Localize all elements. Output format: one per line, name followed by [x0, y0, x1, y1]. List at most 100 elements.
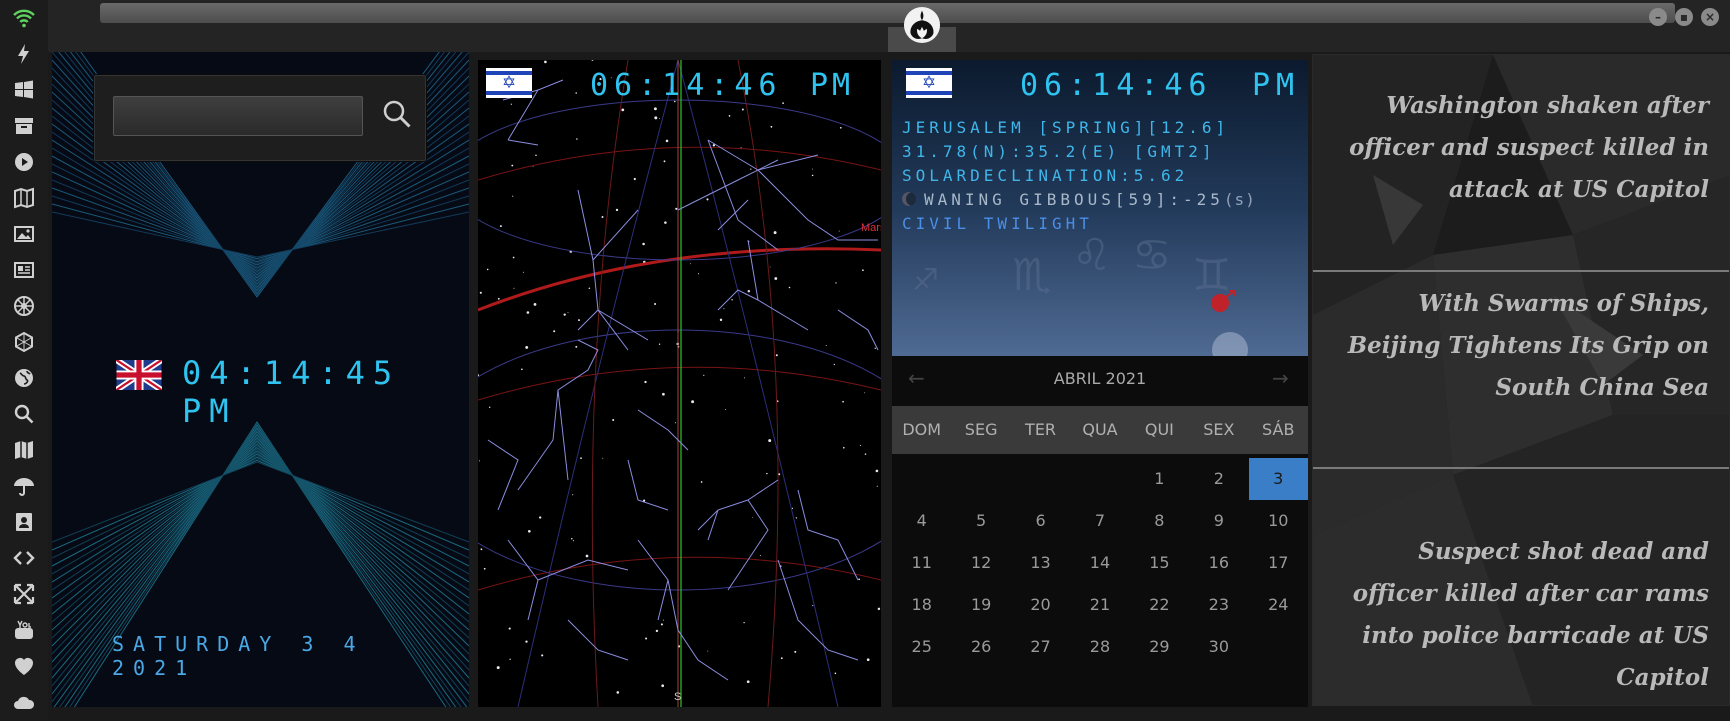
youtube-icon[interactable] — [12, 618, 36, 642]
calendar-day[interactable]: 27 — [1011, 626, 1070, 668]
calendar-day[interactable]: 12 — [951, 542, 1010, 584]
play-icon[interactable] — [12, 150, 36, 174]
astro-clock: 06:14:46 — [1020, 68, 1213, 103]
news-headline[interactable]: Washington shaken after officer and susp… — [1329, 85, 1709, 211]
rebel-alliance-logo — [903, 6, 941, 44]
calendar-week-row: 123 — [892, 458, 1308, 500]
compass-south-label: S — [674, 691, 681, 703]
date-display: SATURDAY 3 4 2021 — [112, 632, 365, 680]
weekday-label: SEG — [964, 420, 998, 439]
map-icon[interactable] — [12, 438, 36, 462]
maximize-button[interactable]: ▪ — [1675, 8, 1693, 26]
twilight-line: CIVIL TWILIGHT — [902, 214, 1093, 233]
calendar-day[interactable]: 28 — [1070, 626, 1129, 668]
globe-icon[interactable] — [12, 366, 36, 390]
moon-phase-icon — [902, 192, 916, 206]
calendar-day[interactable]: 19 — [951, 584, 1010, 626]
news-panel: Washington shaken after officer and susp… — [1312, 54, 1730, 706]
news-divider — [1313, 467, 1729, 469]
cloud-icon[interactable] — [12, 690, 36, 714]
calendar-day[interactable]: 13 — [1011, 542, 1070, 584]
world-clock-panel: 04:14:45 PM SATURDAY 3 4 2021 — [52, 52, 469, 707]
calendar-day[interactable]: 15 — [1130, 542, 1189, 584]
image-icon[interactable] — [12, 222, 36, 246]
star-chart[interactable]: Mars S — [478, 60, 881, 707]
weekday-label: DOM — [902, 420, 942, 439]
news-headline[interactable]: With Swarms of Ships, Beijing Tightens I… — [1329, 283, 1709, 409]
calendar-day[interactable]: 6 — [1011, 500, 1070, 542]
calendar-day[interactable]: 5 — [951, 500, 1010, 542]
minimize-button[interactable]: – — [1649, 8, 1667, 26]
calendar-day[interactable]: 24 — [1249, 584, 1308, 626]
planet-label-mars: Mars — [861, 222, 881, 234]
calendar-day[interactable]: 11 — [892, 542, 951, 584]
umbrella-icon[interactable] — [12, 474, 36, 498]
calendar-empty-cell — [1070, 458, 1129, 500]
windows-icon[interactable] — [12, 78, 36, 102]
calendar-day-grid: 1 2 3 4 5 6 7 8 9 10 11 12 13 14 15 16 17 18 19 20 21 22 23 24 2… — [892, 458, 1308, 668]
calendar-header: ← ABRIL 2021 → — [892, 356, 1308, 402]
calendar-day[interactable]: 25 — [892, 626, 951, 668]
moon-phase-suffix: (s) — [1223, 190, 1256, 209]
calendar-day[interactable]: 23 — [1189, 584, 1248, 626]
heart-icon[interactable] — [12, 654, 36, 678]
title-bar-track[interactable] — [100, 3, 1675, 23]
solar-declination-line: SOLARDECLINATION:5.62 — [902, 166, 1189, 185]
news-headline[interactable]: Suspect shot dead and officer killed aft… — [1329, 531, 1709, 699]
location-line: JERUSALEM [SPRING][12.6] — [902, 118, 1230, 137]
weekday-label: QUI — [1144, 420, 1174, 439]
calendar-day[interactable]: 3 — [1248, 458, 1308, 500]
sky-map-panel: Mars S ✡ 06:14:46 PM — [478, 60, 881, 707]
calendar-empty-cell — [892, 458, 951, 500]
calendar-day[interactable]: 16 — [1189, 542, 1248, 584]
search-icon[interactable] — [381, 98, 413, 130]
calendar-month-title[interactable]: ABRIL 2021 — [892, 356, 1308, 402]
israel-flag-icon: ✡ — [486, 68, 532, 98]
expand-icon[interactable] — [12, 582, 36, 606]
calendar-week-row: 25 26 27 28 29 30 — [892, 626, 1308, 668]
calendar-next-button[interactable]: → — [1272, 366, 1289, 390]
calendar-empty-cell — [1011, 458, 1070, 500]
uk-flag-icon — [114, 357, 164, 393]
calendar-day[interactable]: 29 — [1130, 626, 1189, 668]
hexagon-icon[interactable] — [12, 330, 36, 354]
svg-text:♐: ♐ — [912, 263, 939, 298]
calendar-day[interactable]: 7 — [1070, 500, 1129, 542]
twilight-status: CIVIL TWILIGHT — [902, 214, 1093, 233]
calendar-day[interactable]: 1 — [1130, 458, 1189, 500]
calendar-day[interactable]: 8 — [1130, 500, 1189, 542]
newspaper-icon[interactable] — [12, 258, 36, 282]
search-icon[interactable] — [12, 402, 36, 426]
calendar-day[interactable]: 18 — [892, 584, 951, 626]
calendar-day[interactable]: 17 — [1249, 542, 1308, 584]
calendar-day[interactable]: 10 — [1249, 500, 1308, 542]
title-bar: – ▪ × — [48, 0, 1730, 52]
calendar-empty-cell — [951, 458, 1010, 500]
calendar-day[interactable]: 9 — [1189, 500, 1248, 542]
weekday-label: SÁB — [1262, 420, 1295, 439]
calendar-day[interactable]: 4 — [892, 500, 951, 542]
close-button[interactable]: × — [1701, 8, 1719, 26]
archive-icon[interactable] — [12, 114, 36, 138]
israel-flag-icon: ✡ — [906, 68, 952, 98]
contacts-icon[interactable] — [12, 510, 36, 534]
code-icon[interactable] — [12, 546, 36, 570]
calendar-day[interactable]: 2 — [1189, 458, 1248, 500]
bolt-icon[interactable] — [12, 42, 36, 66]
wifi-icon[interactable] — [12, 6, 36, 30]
map-book-icon[interactable] — [12, 186, 36, 210]
calendar-day[interactable]: 22 — [1130, 584, 1189, 626]
svg-text:♊: ♊ — [1192, 250, 1231, 301]
rebel-icon[interactable] — [12, 294, 36, 318]
search-input[interactable] — [113, 96, 363, 136]
calendar-day[interactable]: 26 — [951, 626, 1010, 668]
svg-text:♌: ♌ — [1072, 230, 1111, 281]
search-box — [94, 75, 426, 161]
weekday-label: QUA — [1082, 420, 1118, 439]
calendar-week-row: 11 12 13 14 15 16 17 — [892, 542, 1308, 584]
calendar-day[interactable]: 21 — [1070, 584, 1129, 626]
calendar-day[interactable]: 20 — [1011, 584, 1070, 626]
calendar-day[interactable]: 30 — [1189, 626, 1248, 668]
calendar-day[interactable]: 14 — [1070, 542, 1129, 584]
weekday-label: TER — [1025, 420, 1057, 439]
